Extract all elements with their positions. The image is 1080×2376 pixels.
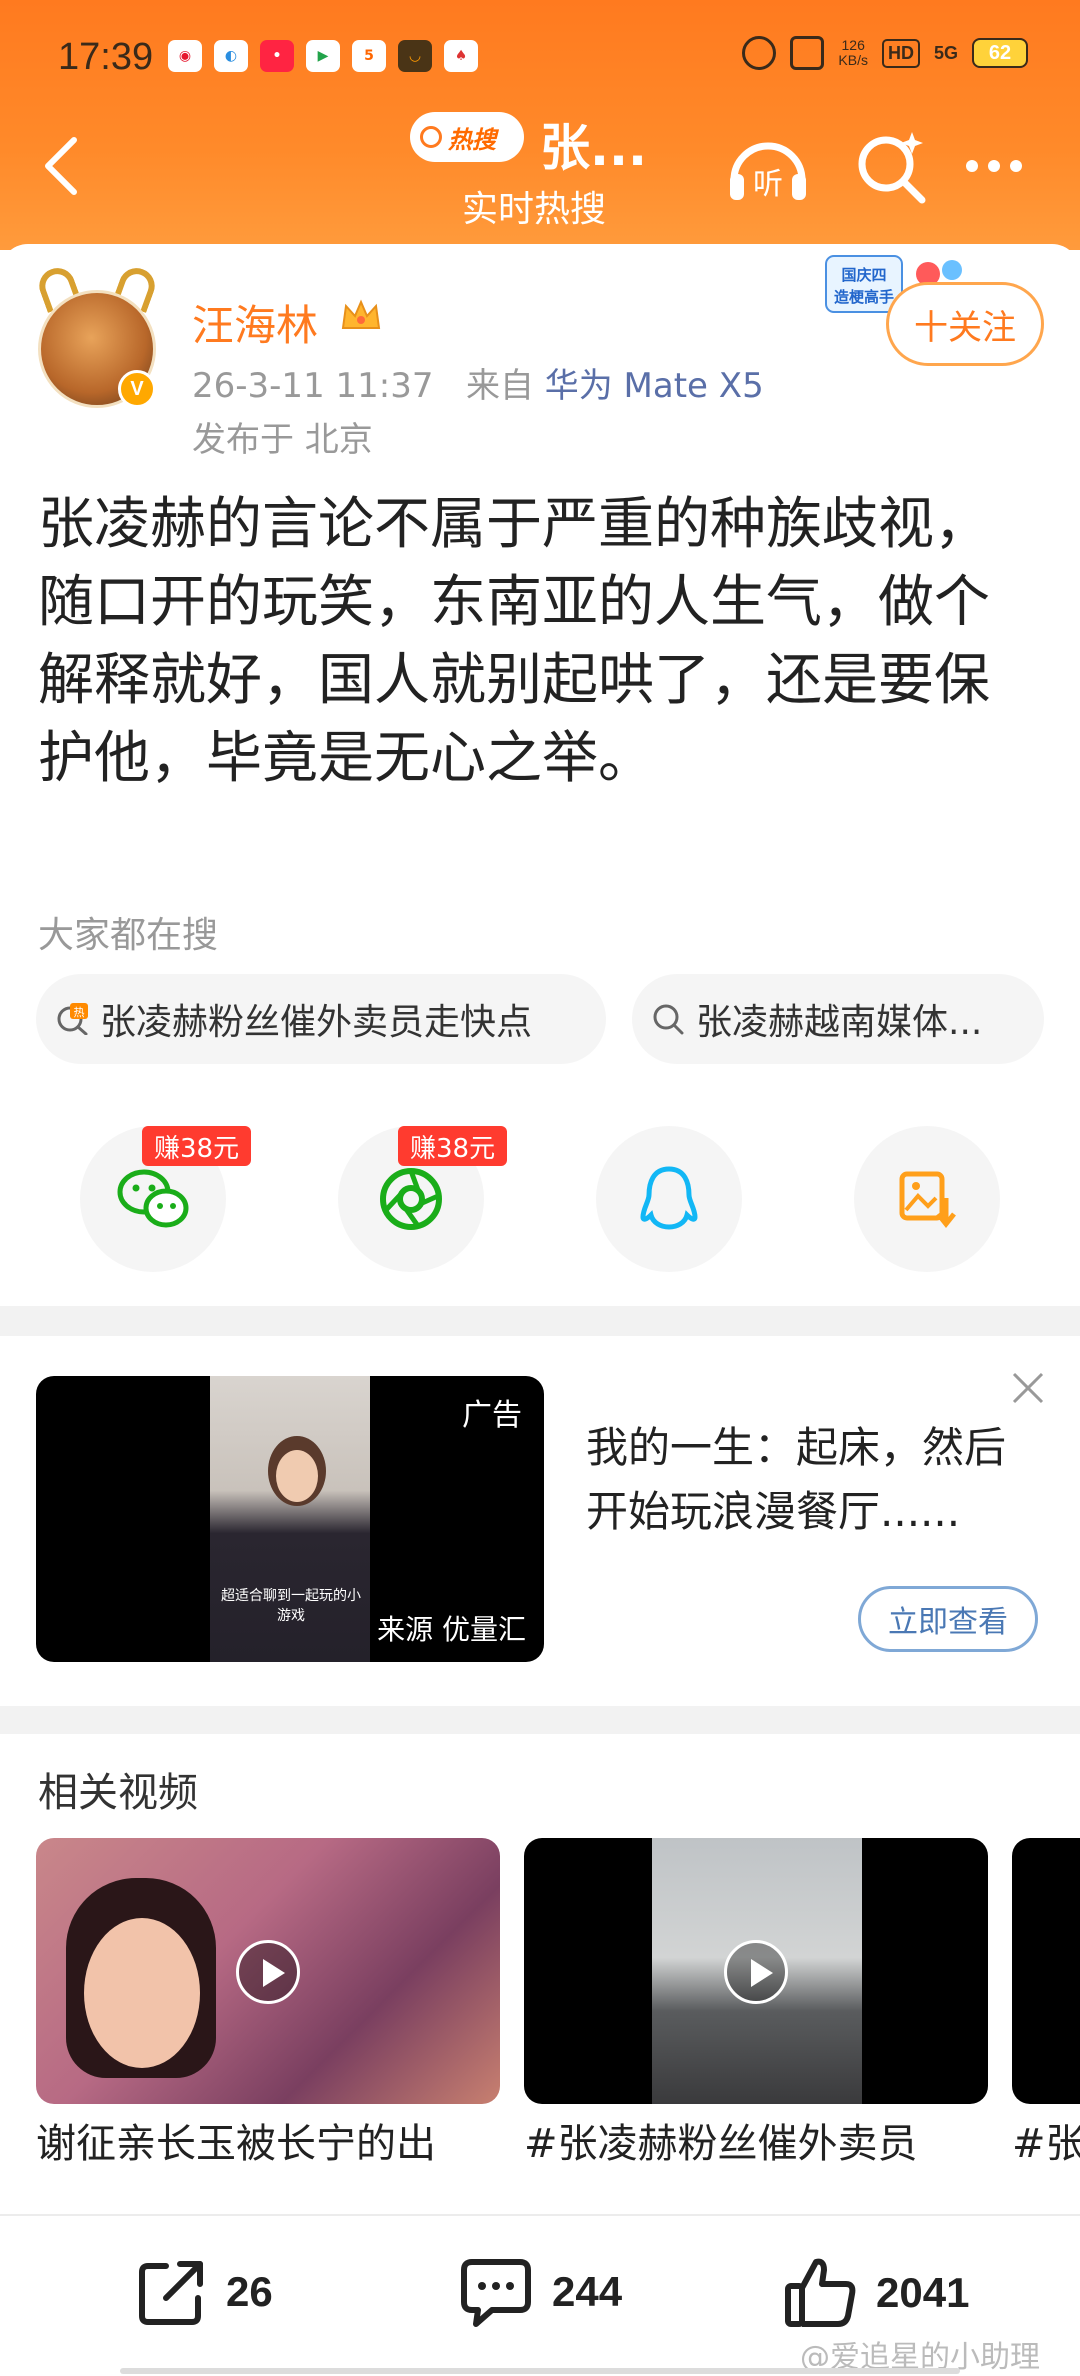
topic-title: 张... — [540, 119, 647, 177]
video-app-icon: ▶ — [306, 40, 340, 72]
search-chip-1[interactable]: 热 张凌赫粉丝催外卖员走快点 — [36, 974, 606, 1064]
search-sparkle-icon[interactable] — [852, 128, 928, 204]
related-video-2[interactable] — [524, 1838, 988, 2104]
comment-button[interactable]: 244 — [458, 2256, 622, 2328]
wechat-icon — [117, 1169, 189, 1228]
share-qq-button[interactable] — [596, 1126, 742, 1272]
crown-icon — [341, 299, 381, 329]
play-icon — [236, 1940, 300, 2004]
signal-indicator: 5G — [933, 42, 958, 63]
related-videos-title: 相关视频 — [38, 1770, 198, 1816]
save-image-button[interactable] — [854, 1126, 1000, 1272]
ad-video-thumbnail[interactable]: 广告 超适合聊到一起玩的小游戏 来源 优量汇 — [36, 1376, 544, 1662]
svg-text:国庆四: 国庆四 — [841, 266, 886, 284]
search-chip-2[interactable]: 张凌赫越南媒体... — [632, 974, 1044, 1064]
repost-button[interactable]: 26 — [136, 2256, 273, 2328]
comment-count: 244 — [552, 2268, 623, 2315]
like-count: 2041 — [876, 2269, 970, 2316]
ad-text[interactable]: 我的一生：起床，然后开始玩浪漫餐厅...... — [586, 1416, 1046, 1544]
post-text: 张凌赫的言论不属于严重的种族歧视，随口开的玩笑，东南亚的人生气，做个解释就好，国… — [38, 492, 990, 791]
like-button[interactable]: 2041 — [784, 2256, 969, 2330]
58-app-icon: 5 — [352, 40, 386, 72]
network-speed: 126 KB/s — [838, 37, 868, 68]
post-timestamp: 26-3-11 11:37 — [192, 366, 434, 406]
redbook-app-icon: • — [260, 40, 294, 72]
section-divider-2 — [0, 1706, 1080, 1734]
repost-count: 26 — [226, 2268, 273, 2315]
hot-search-icon: 热 — [57, 1003, 88, 1035]
status-right: 126 KB/s HD 5G 62 — [742, 36, 1028, 70]
comment-icon — [461, 2259, 531, 2327]
play-icon — [724, 1940, 788, 2004]
device-link[interactable]: 华为 Mate X5 — [545, 366, 764, 406]
back-arrow-icon[interactable] — [40, 134, 84, 198]
close-icon[interactable] — [1010, 1370, 1046, 1406]
thumbs-up-icon — [785, 2258, 856, 2327]
game-app-icon: ♠ — [444, 40, 478, 72]
alarm-icon — [742, 36, 777, 70]
video-caption-2[interactable]: #张凌赫粉丝催外卖员 — [524, 2114, 988, 2174]
mute-icon — [790, 36, 825, 70]
save-image-icon — [899, 1171, 956, 1229]
username[interactable]: 汪海林 — [192, 292, 318, 353]
earn-badge-2: 赚38元 — [398, 1126, 508, 1166]
trending-search-label: 大家都在搜 — [38, 915, 219, 956]
section-divider — [0, 1306, 1080, 1336]
verified-badge: V — [118, 370, 156, 408]
post-location: 发布于 北京 — [192, 420, 373, 460]
listen-label: 听 — [753, 167, 783, 202]
status-time: 17:39 — [58, 36, 154, 78]
post-meta: 26-3-11 11:37 来自 华为 Mate X5 — [192, 358, 764, 407]
ad-view-button[interactable]: 立即查看 — [858, 1586, 1038, 1652]
source-prefix: 来自 — [465, 366, 534, 406]
taobao-app-icon: ◡ — [398, 40, 432, 72]
search-icon — [420, 126, 442, 148]
video-caption-3[interactable]: #张 — [1012, 2114, 1080, 2174]
qq-icon — [640, 1166, 698, 1230]
hd-indicator: HD — [881, 38, 920, 68]
repost-icon — [139, 2261, 203, 2325]
related-video-3[interactable] — [1012, 1838, 1080, 2104]
related-video-1[interactable] — [36, 1838, 500, 2104]
listen-icon[interactable]: 听 — [726, 128, 810, 208]
hot-search-pill[interactable]: 热搜 — [410, 112, 524, 162]
page-subtitle: 实时热搜 — [462, 189, 607, 230]
weibo-app-icon: ◉ — [168, 40, 202, 72]
home-indicator[interactable] — [120, 2368, 960, 2374]
ad-video-caption: 超适合聊到一起玩的小游戏 — [221, 1588, 361, 1624]
svg-text:热: 热 — [74, 1006, 85, 1019]
svg-text:造梗高手: 造梗高手 — [834, 288, 894, 306]
search-icon — [653, 1004, 684, 1035]
browser-app-icon: ◐ — [214, 40, 248, 72]
more-options-icon[interactable] — [966, 160, 1022, 172]
moments-icon — [380, 1168, 442, 1230]
video-1-subject-face — [84, 1918, 200, 2068]
earn-badge-1: 赚38元 — [142, 1126, 252, 1166]
ad-person-face — [276, 1450, 318, 1502]
status-bar: 17:39 ◉ ◐ • ▶ 5 ◡ ♠ 126 KB/s HD 5G 62 — [0, 0, 1080, 120]
ad-source: 来源 优量汇 — [377, 1613, 526, 1646]
ad-label: 广告 — [462, 1398, 522, 1433]
battery-indicator: 62 — [972, 38, 1028, 68]
notification-icons: ◉ ◐ • ▶ 5 ◡ ♠ — [168, 40, 478, 72]
video-caption-1[interactable]: 谢征亲长玉被长宁的出 — [36, 2114, 500, 2174]
follow-button[interactable]: 十关注 — [886, 282, 1044, 366]
